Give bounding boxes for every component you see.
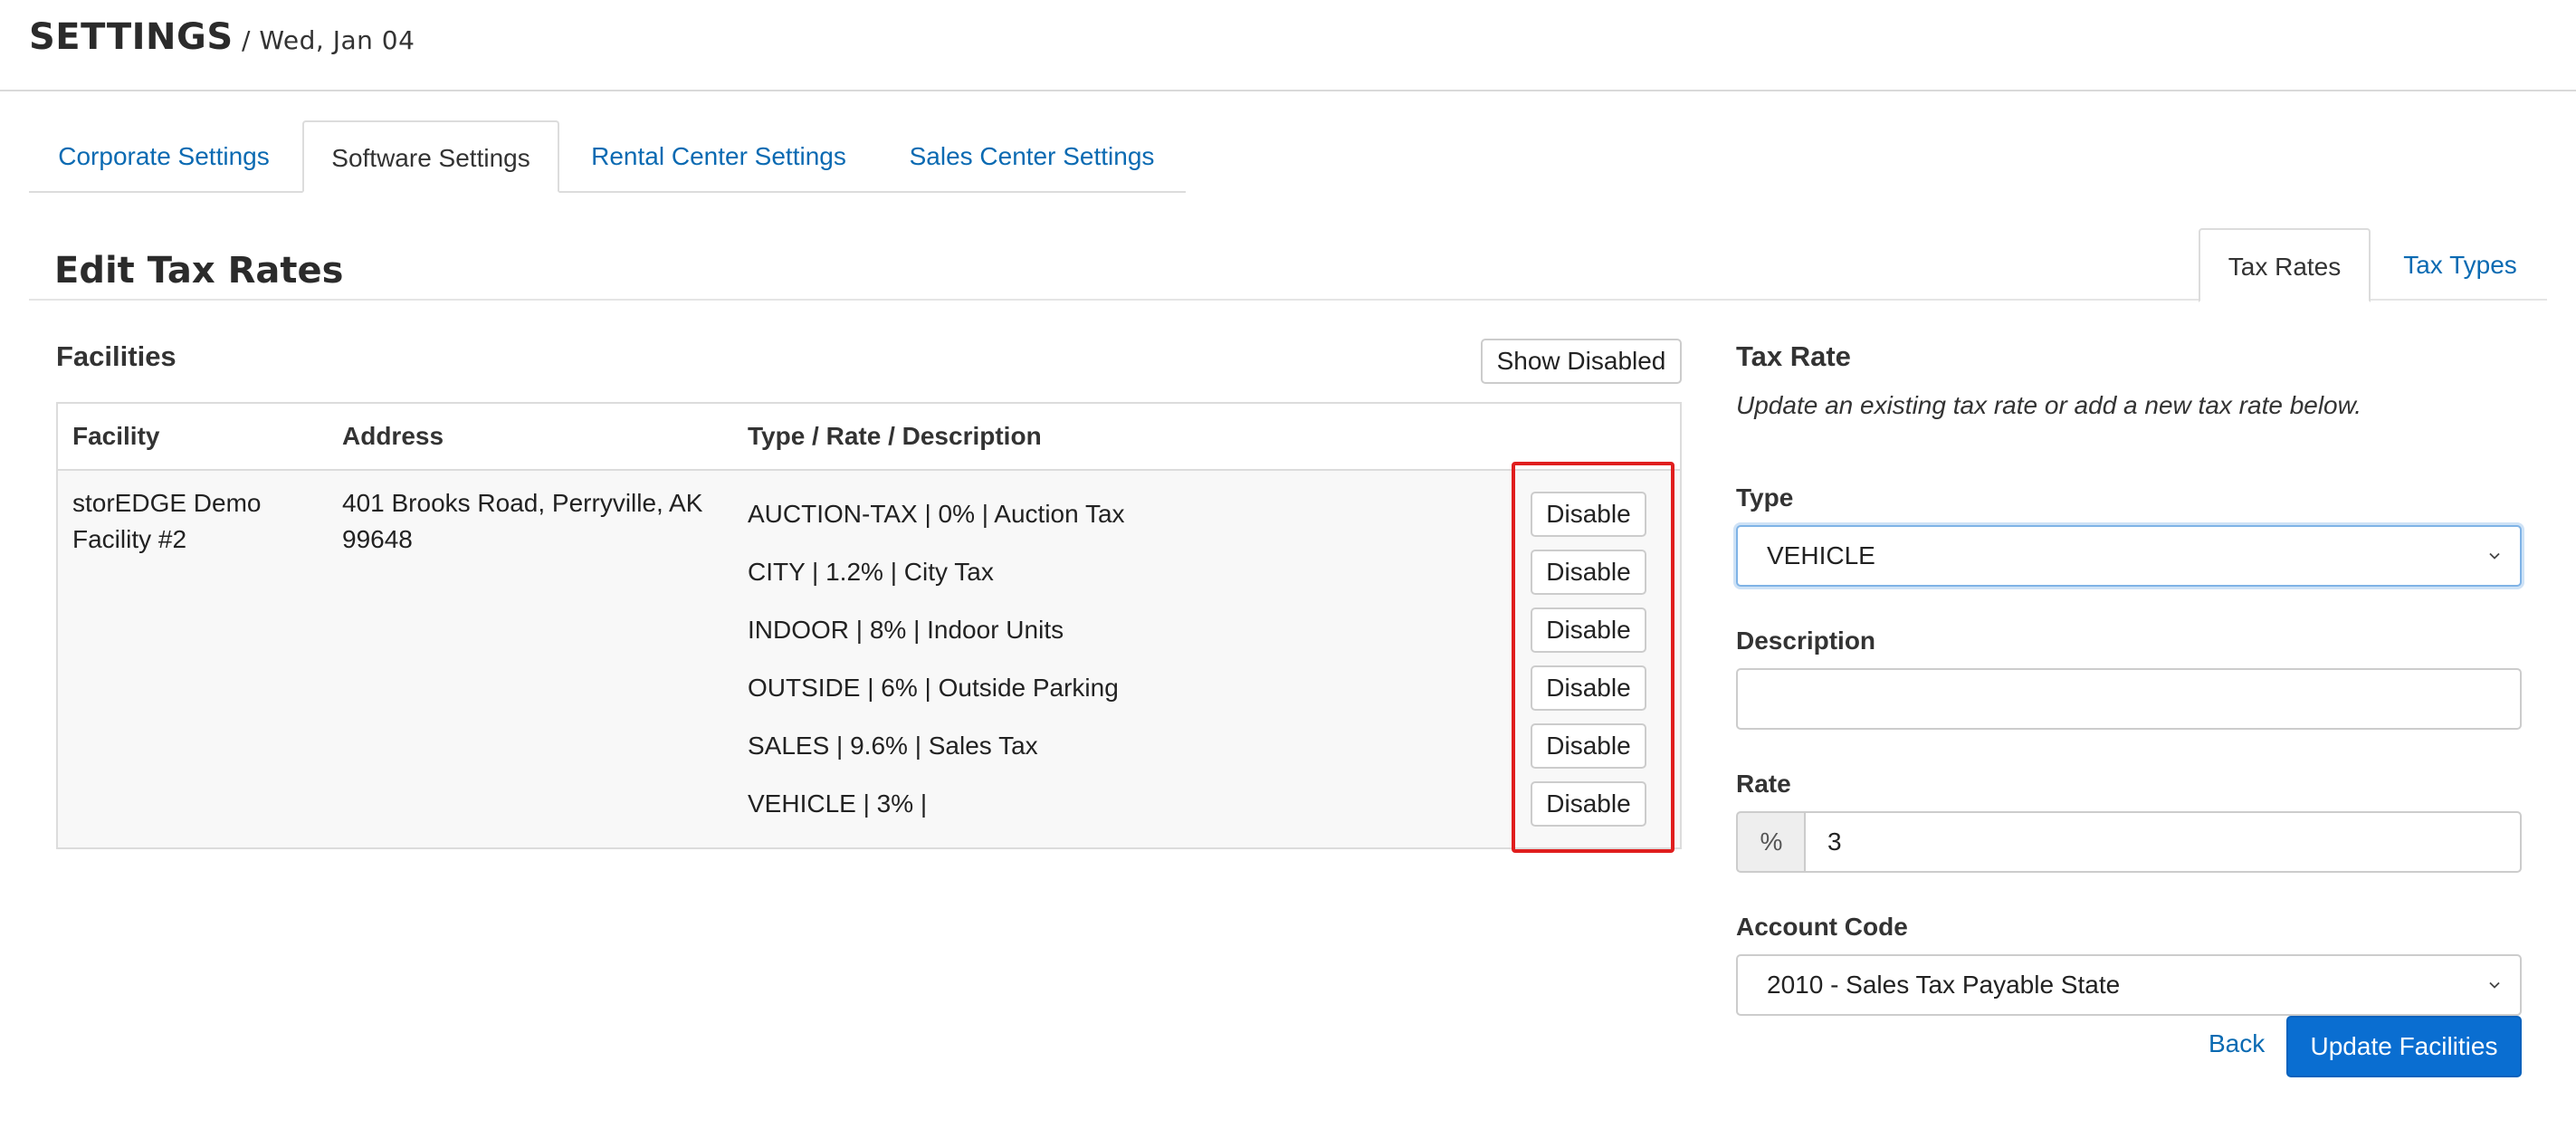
facilities-title: Facilities	[56, 340, 177, 372]
update-facilities-button[interactable]: Update Facilities	[2286, 1016, 2522, 1077]
page-date: / Wed, Jan 04	[233, 25, 415, 55]
address-line1: 401 Brooks Road, Perryville, AK	[342, 489, 703, 517]
column-header-address: Address	[342, 422, 444, 450]
percent-addon: %	[1736, 811, 1805, 873]
subtab-tax-rates[interactable]: Tax Rates	[2199, 228, 2371, 302]
facility-name-line2: Facility #2	[72, 525, 187, 553]
disable-vehicle-button[interactable]: Disable	[1531, 781, 1646, 827]
page-title-text: SETTINGS	[29, 16, 234, 58]
tax-rate-item: OUTSIDE | 6% | Outside Parking	[748, 674, 1119, 702]
type-select-value: VEHICLE	[1767, 541, 1875, 569]
tax-rate-item: VEHICLE | 3% |	[748, 789, 928, 818]
tax-rate-form-help: Update an existing tax rate or add a new…	[1736, 391, 2362, 419]
type-select[interactable]: VEHICLE	[1736, 525, 2522, 587]
rate-input[interactable]	[1804, 811, 2522, 873]
facility-cell: storEDGE Demo Facility #2	[72, 485, 326, 558]
back-link[interactable]: Back	[2209, 1029, 2265, 1058]
account-code-select-value: 2010 - Sales Tax Payable State	[1767, 971, 2121, 999]
disable-sales-button[interactable]: Disable	[1531, 723, 1646, 769]
section-title: Edit Tax Rates	[54, 250, 344, 292]
disable-city-button[interactable]: Disable	[1531, 550, 1646, 595]
tab-sales-center-settings[interactable]: Sales Center Settings	[878, 120, 1186, 193]
account-code-select[interactable]: 2010 - Sales Tax Payable State	[1736, 954, 2522, 1016]
tax-rate-form-title: Tax Rate	[1736, 340, 1851, 372]
section-divider	[29, 299, 2547, 301]
tax-rate-item: AUCTION-TAX | 0% | Auction Tax	[748, 500, 1125, 528]
tax-rate-item: SALES | 9.6% | Sales Tax	[748, 732, 1038, 760]
description-label: Description	[1736, 627, 1876, 655]
subtab-tax-types[interactable]: Tax Types	[2372, 228, 2548, 302]
show-disabled-button[interactable]: Show Disabled	[1481, 339, 1682, 384]
tax-rate-item: INDOOR | 8% | Indoor Units	[748, 616, 1064, 644]
type-label: Type	[1736, 483, 1794, 512]
page-title: SETTINGS / Wed, Jan 04	[29, 16, 415, 58]
facility-name-line1: storEDGE Demo	[72, 489, 262, 517]
tax-rate-item: CITY | 1.2% | City Tax	[748, 558, 994, 586]
header-divider	[0, 90, 2576, 91]
column-header-facility: Facility	[72, 422, 160, 450]
tab-corporate-settings[interactable]: Corporate Settings	[29, 120, 299, 193]
description-input[interactable]	[1736, 668, 2522, 730]
disable-indoor-button[interactable]: Disable	[1531, 607, 1646, 653]
chevron-down-icon	[2489, 552, 2500, 560]
disable-auction-tax-button[interactable]: Disable	[1531, 492, 1646, 537]
chevron-down-icon	[2489, 981, 2500, 989]
disable-outside-button[interactable]: Disable	[1531, 665, 1646, 711]
address-cell: 401 Brooks Road, Perryville, AK 99648	[342, 485, 731, 558]
rate-label: Rate	[1736, 770, 1791, 798]
tab-software-settings[interactable]: Software Settings	[302, 120, 559, 193]
tab-rental-center-settings[interactable]: Rental Center Settings	[561, 120, 876, 193]
column-header-type-rate-description: Type / Rate / Description	[748, 422, 1042, 450]
address-line2: 99648	[342, 525, 413, 553]
account-code-label: Account Code	[1736, 913, 1908, 941]
